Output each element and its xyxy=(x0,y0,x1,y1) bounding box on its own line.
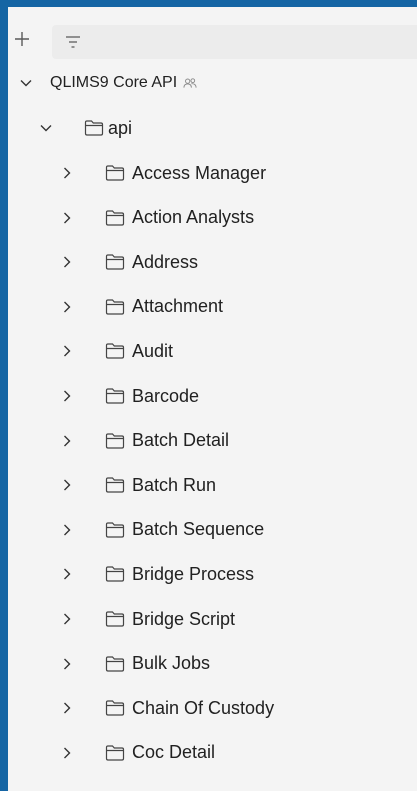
folder-label: Audit xyxy=(132,340,174,361)
tree-item-folder[interactable]: Attachment xyxy=(8,287,417,327)
chevron-right-icon[interactable] xyxy=(60,612,74,626)
folder-label: Address xyxy=(132,251,199,272)
tree-item-folder[interactable]: Audit xyxy=(8,331,417,371)
chevron-right-icon[interactable] xyxy=(60,434,74,448)
tree-item-folder[interactable]: Batch Detail xyxy=(8,421,417,461)
tree-item-folder[interactable]: Action Analysts xyxy=(8,198,417,238)
chevron-right-icon[interactable] xyxy=(60,701,74,715)
folder-label: Coc Detail xyxy=(132,742,216,763)
tree-item-folder[interactable]: Bridge Script xyxy=(8,599,417,639)
folder-icon xyxy=(105,432,125,450)
tree-item-folder[interactable]: Bridge Process xyxy=(8,554,417,594)
folder-icon xyxy=(105,342,125,360)
folder-icon xyxy=(105,655,125,673)
chevron-right-icon[interactable] xyxy=(60,211,74,225)
folder-icon xyxy=(105,298,125,316)
folder-icon xyxy=(105,565,125,583)
folder-label: Action Analysts xyxy=(132,207,255,228)
chevron-right-icon[interactable] xyxy=(60,567,74,581)
folder-icon xyxy=(105,164,125,182)
folder-icon xyxy=(105,476,125,494)
tree-item-folder[interactable]: Chain Of Custody xyxy=(8,688,417,728)
folder-icon xyxy=(105,253,125,271)
folder-label: Attachment xyxy=(132,296,224,317)
folder-label: Batch Run xyxy=(132,474,217,495)
folder-icon xyxy=(105,521,125,539)
chevron-right-icon[interactable] xyxy=(60,746,74,760)
folder-label: Batch Detail xyxy=(132,430,230,451)
folder-label: Barcode xyxy=(132,385,200,406)
tree-item-root-collection[interactable]: QLIMS9 Core API xyxy=(8,63,417,103)
chevron-right-icon[interactable] xyxy=(60,657,74,671)
folder-icon xyxy=(105,610,125,628)
tree-item-folder[interactable]: Barcode xyxy=(8,376,417,416)
tree-item-folder[interactable]: Access Manager xyxy=(8,153,417,193)
folder-icon xyxy=(105,699,125,717)
team-icon xyxy=(183,76,197,90)
folder-icon xyxy=(84,119,104,137)
filter-box[interactable] xyxy=(52,25,417,59)
sidebar-toolbar xyxy=(8,7,417,65)
folder-icon xyxy=(105,387,125,405)
folder-label: Bridge Process xyxy=(132,563,255,584)
chevron-right-icon[interactable] xyxy=(60,300,74,314)
filter-icon[interactable] xyxy=(64,33,82,51)
chevron-right-icon[interactable] xyxy=(60,523,74,537)
chevron-right-icon[interactable] xyxy=(60,255,74,269)
chevron-right-icon[interactable] xyxy=(60,478,74,492)
add-button[interactable] xyxy=(10,27,34,51)
chevron-down-icon[interactable] xyxy=(19,76,33,90)
collection-name: QLIMS9 Core API xyxy=(50,74,178,91)
collections-sidebar: QLIMS9 Core API api Access Manager Actio… xyxy=(8,7,417,791)
folder-label: Bridge Script xyxy=(132,608,236,629)
chevron-right-icon[interactable] xyxy=(60,389,74,403)
folder-icon xyxy=(105,209,125,227)
tree-item-folder[interactable]: Coc Detail xyxy=(8,733,417,773)
tree-item-folder[interactable]: Bulk Jobs xyxy=(8,644,417,684)
folder-label: Batch Sequence xyxy=(132,519,265,540)
folder-label: Chain Of Custody xyxy=(132,697,275,718)
plus-icon xyxy=(15,32,29,46)
chevron-down-icon[interactable] xyxy=(39,121,53,135)
folder-icon xyxy=(105,744,125,762)
folder-label: Bulk Jobs xyxy=(132,653,211,674)
chevron-right-icon[interactable] xyxy=(60,166,74,180)
tree-item-folder-api[interactable]: api xyxy=(8,108,417,148)
chevron-right-icon[interactable] xyxy=(60,344,74,358)
tree-item-folder[interactable]: Address xyxy=(8,242,417,282)
folder-label: api xyxy=(108,117,133,138)
folder-label: Access Manager xyxy=(132,162,267,183)
filter-input[interactable] xyxy=(90,31,417,53)
tree-item-folder[interactable]: Batch Run xyxy=(8,465,417,505)
tree-item-folder[interactable]: Batch Sequence xyxy=(8,510,417,550)
